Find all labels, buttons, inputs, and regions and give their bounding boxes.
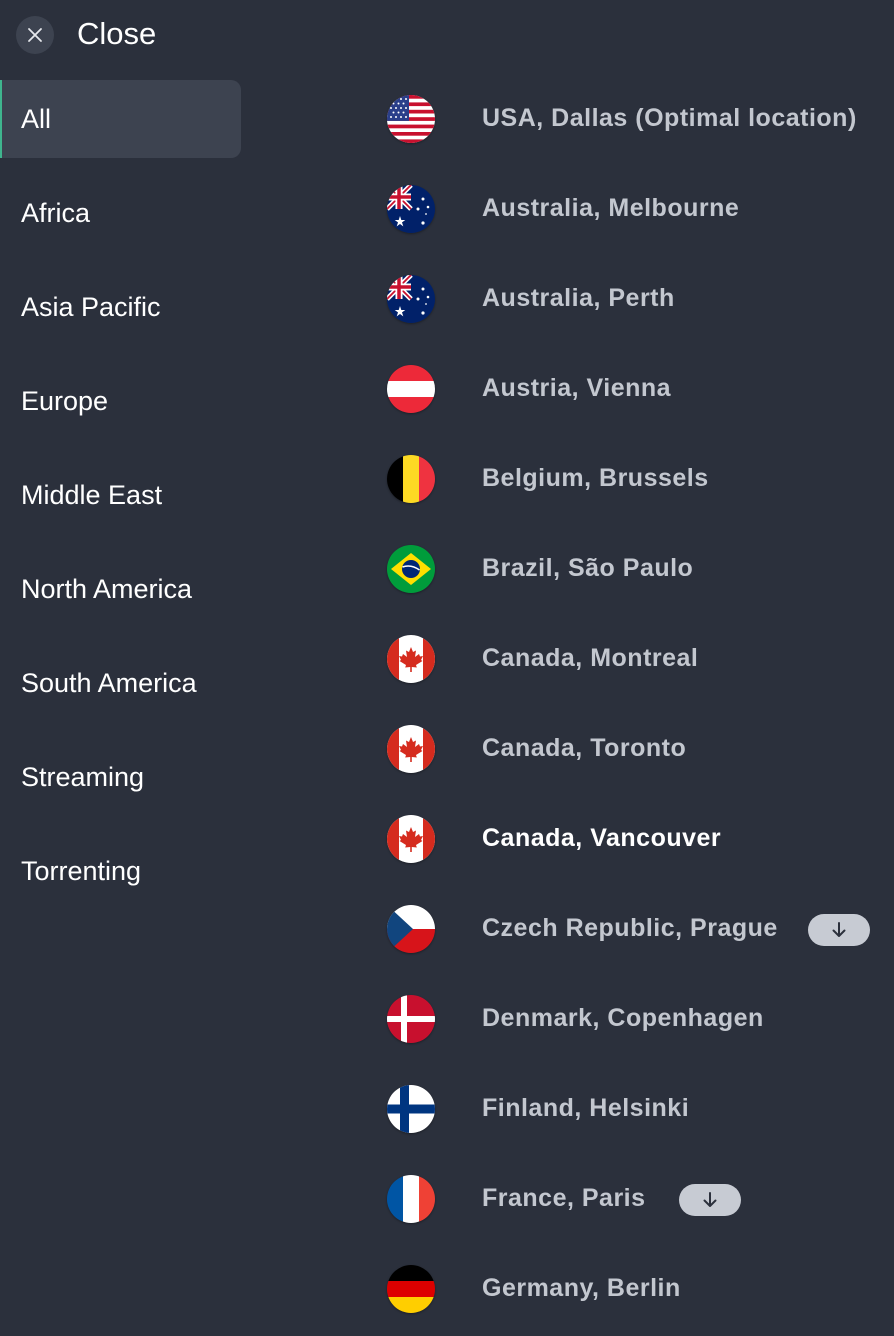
close-label[interactable]: Close — [77, 14, 156, 54]
sidebar-item-middle-east[interactable]: Middle East — [0, 456, 241, 534]
flag-france-icon — [387, 1175, 435, 1223]
sidebar-item-label: Africa — [21, 198, 91, 228]
sidebar-item-label: Middle East — [21, 480, 163, 510]
sidebar-item-torrenting[interactable]: Torrenting — [0, 832, 241, 910]
region-sidebar: All Africa Asia Pacific Europe Middle Ea… — [0, 80, 250, 926]
server-row[interactable]: Canada, Montreal — [380, 614, 894, 704]
sidebar-item-label: Europe — [21, 386, 109, 416]
flag-australia-icon — [387, 185, 435, 233]
sidebar-item-streaming[interactable]: Streaming — [0, 738, 241, 816]
sidebar-item-north-america[interactable]: North America — [0, 550, 241, 628]
sidebar-item-label: Asia Pacific — [21, 292, 161, 322]
flag-australia-icon — [387, 275, 435, 323]
server-name: Finland, Helsinki — [482, 1094, 690, 1122]
sidebar-item-asia-pacific[interactable]: Asia Pacific — [0, 268, 241, 346]
flag-belgium-icon — [387, 455, 435, 503]
flag-canada-icon — [387, 635, 435, 683]
sidebar-item-south-america[interactable]: South America — [0, 644, 241, 722]
server-name: Australia, Melbourne — [482, 194, 740, 222]
close-button[interactable] — [16, 16, 54, 54]
server-name: Belgium, Brussels — [482, 464, 709, 492]
server-row[interactable]: Brazil, São Paulo — [380, 524, 894, 614]
server-name: France, Paris — [482, 1184, 646, 1212]
server-row[interactable]: Denmark, Copenhagen — [380, 974, 894, 1064]
server-row[interactable]: Czech Republic, Prague — [380, 884, 894, 974]
server-name: Canada, Vancouver — [482, 824, 722, 852]
header: Close — [0, 0, 894, 66]
flag-czech-icon — [387, 905, 435, 953]
server-row[interactable]: Germany, Berlin — [380, 1244, 894, 1334]
flag-usa-icon — [387, 95, 435, 143]
server-name: Denmark, Copenhagen — [482, 1004, 764, 1032]
flag-canada-icon — [387, 815, 435, 863]
flag-canada-icon — [387, 725, 435, 773]
sidebar-item-africa[interactable]: Africa — [0, 174, 241, 252]
download-badge[interactable] — [679, 1184, 741, 1216]
server-name: Canada, Montreal — [482, 644, 699, 672]
location-picker: Close All Africa Asia Pacific Europe Mid… — [0, 0, 894, 1336]
flag-denmark-icon — [387, 995, 435, 1043]
server-name: Austria, Vienna — [482, 374, 672, 402]
flag-brazil-icon — [387, 545, 435, 593]
server-row[interactable]: Canada, Vancouver — [380, 794, 894, 884]
server-name: Germany, Berlin — [482, 1274, 681, 1302]
server-name: Czech Republic, Prague — [482, 914, 778, 942]
server-row[interactable]: Canada, Toronto — [380, 704, 894, 794]
server-name: USA, Dallas (Optimal location) — [482, 104, 857, 132]
sidebar-item-label: South America — [21, 668, 197, 698]
server-row[interactable]: France, Paris — [380, 1154, 894, 1244]
server-name: Australia, Perth — [482, 284, 675, 312]
server-row[interactable]: Finland, Helsinki — [380, 1064, 894, 1154]
server-row[interactable]: Australia, Perth — [380, 254, 894, 344]
flag-austria-icon — [387, 365, 435, 413]
server-row[interactable]: Australia, Melbourne — [380, 164, 894, 254]
sidebar-item-all[interactable]: All — [0, 80, 241, 158]
sidebar-item-label: Torrenting — [21, 856, 142, 886]
close-icon — [28, 28, 42, 42]
sidebar-item-label: All — [21, 104, 52, 134]
server-name: Canada, Toronto — [482, 734, 687, 762]
sidebar-item-label: North America — [21, 574, 193, 604]
sidebar-item-europe[interactable]: Europe — [0, 362, 241, 440]
server-list: USA, Dallas (Optimal location) Australia… — [380, 74, 894, 1334]
sidebar-item-label: Streaming — [21, 762, 145, 792]
download-badge[interactable] — [808, 914, 870, 946]
download-arrow-icon — [703, 1192, 717, 1207]
server-row[interactable]: Belgium, Brussels — [380, 434, 894, 524]
server-row[interactable]: Austria, Vienna — [380, 344, 894, 434]
server-row[interactable]: USA, Dallas (Optimal location) — [380, 74, 894, 164]
download-arrow-icon — [832, 922, 846, 937]
flag-germany-icon — [387, 1265, 435, 1313]
flag-finland-icon — [387, 1085, 435, 1133]
server-name: Brazil, São Paulo — [482, 554, 694, 582]
